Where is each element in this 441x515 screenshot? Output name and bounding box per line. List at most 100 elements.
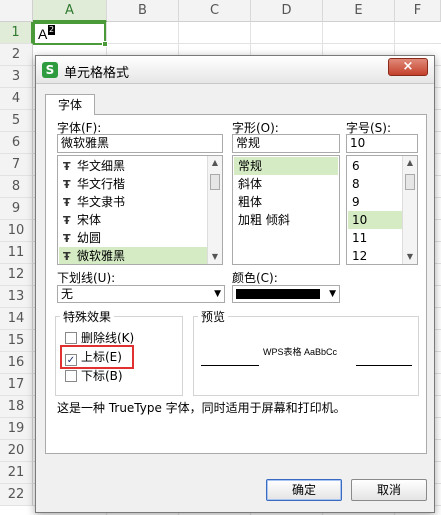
row-header-11[interactable]: 11: [0, 242, 33, 264]
truetype-icon: Ŧ: [63, 250, 71, 263]
row-header-3[interactable]: 3: [0, 66, 33, 88]
chevron-down-icon: ▼: [329, 289, 336, 299]
strikethrough-checkbox[interactable]: 删除线(K): [65, 330, 134, 346]
scroll-up-icon[interactable]: ▲: [403, 156, 417, 170]
scroll-up-icon[interactable]: ▲: [208, 156, 222, 170]
color-label: 颜色(C):: [232, 271, 278, 285]
column-header-c[interactable]: C: [179, 0, 251, 22]
list-item[interactable]: 8: [348, 175, 402, 193]
list-item-label: 华文隶书: [77, 195, 126, 209]
row-header-6[interactable]: 6: [0, 132, 33, 154]
ok-button[interactable]: 确定: [266, 479, 342, 501]
select-all-corner[interactable]: [0, 0, 33, 22]
list-item[interactable]: Ŧ 华文行楷: [59, 175, 207, 193]
list-item-selected[interactable]: 10: [348, 211, 402, 229]
scroll-down-icon[interactable]: ▼: [208, 250, 222, 264]
list-item[interactable]: Ŧ 华文细黑: [59, 157, 207, 175]
underline-value: 无: [61, 287, 74, 301]
list-item[interactable]: 9: [348, 193, 402, 211]
list-item[interactable]: 11: [348, 229, 402, 247]
row-header-22[interactable]: 22: [0, 484, 33, 506]
row-header-12[interactable]: 12: [0, 264, 33, 286]
truetype-icon: Ŧ: [63, 196, 71, 209]
dialog-title: 单元格格式: [64, 66, 130, 81]
row-header-18[interactable]: 18: [0, 396, 33, 418]
list-item[interactable]: 加粗 倾斜: [234, 211, 338, 229]
row-header-15[interactable]: 15: [0, 330, 33, 352]
list-item[interactable]: 斜体: [234, 175, 338, 193]
wps-app-icon: S: [42, 62, 58, 78]
row-header-14[interactable]: 14: [0, 308, 33, 330]
list-item[interactable]: Ŧ 宋体: [59, 211, 207, 229]
column-header-f[interactable]: F: [395, 0, 441, 22]
column-header-a[interactable]: A: [33, 0, 107, 22]
dialog-titlebar[interactable]: S 单元格格式 ×: [36, 56, 434, 84]
fill-handle[interactable]: [102, 41, 108, 47]
list-item-label: 华文细黑: [77, 159, 126, 173]
subscript-label: 下标(B): [81, 369, 123, 383]
strikethrough-label: 删除线(K): [81, 331, 135, 345]
row-header-5[interactable]: 5: [0, 110, 33, 132]
list-item[interactable]: Ŧ 华文隶书: [59, 193, 207, 211]
underline-select[interactable]: 无 ▼: [57, 285, 225, 303]
font-name-input[interactable]: 微软雅黑: [57, 134, 223, 153]
scroll-down-icon[interactable]: ▼: [403, 250, 417, 264]
scroll-thumb[interactable]: [210, 174, 220, 190]
row-header-10[interactable]: 10: [0, 220, 33, 242]
font-list-scrollbar[interactable]: ▲ ▼: [207, 156, 222, 264]
font-size-input[interactable]: 10: [346, 134, 418, 153]
cell-superscript: 2: [48, 25, 56, 35]
preview-baseline-right: [356, 365, 412, 366]
cancel-button[interactable]: 取消: [351, 479, 427, 501]
format-cells-dialog: S 单元格格式 × 字体 字体(F): 微软雅黑 Ŧ 华文细黑 Ŧ 华文行楷 Ŧ 华文…: [35, 55, 435, 513]
row-header-7[interactable]: 7: [0, 154, 33, 176]
active-cell-a1[interactable]: A 2: [33, 22, 108, 47]
list-item-label: 幼圆: [77, 231, 102, 245]
close-button[interactable]: ×: [388, 58, 428, 76]
font-description: 这是一种 TrueType 字体，同时适用于屏幕和打印机。: [57, 401, 346, 415]
row-header-8[interactable]: 8: [0, 176, 33, 198]
row-header-4[interactable]: 4: [0, 88, 33, 110]
row-header-19[interactable]: 19: [0, 418, 33, 440]
column-header-b[interactable]: B: [107, 0, 179, 22]
list-item-label: 宋体: [77, 213, 102, 227]
column-header-d[interactable]: D: [251, 0, 323, 22]
preview-baseline-left: [201, 365, 259, 366]
list-item-selected[interactable]: Ŧ 微软雅黑: [59, 247, 207, 264]
color-select[interactable]: ▼: [232, 285, 340, 303]
chevron-down-icon: ▼: [214, 289, 221, 299]
list-item-label: 华文行楷: [77, 177, 126, 191]
row-header-9[interactable]: 9: [0, 198, 33, 220]
row-header-20[interactable]: 20: [0, 440, 33, 462]
checkbox-unchecked-icon: [65, 332, 77, 344]
list-item[interactable]: 粗体: [234, 193, 338, 211]
size-list-scrollbar[interactable]: ▲ ▼: [402, 156, 417, 264]
row-header-1[interactable]: 1: [0, 22, 33, 44]
list-item[interactable]: 6: [348, 157, 402, 175]
font-name-list[interactable]: Ŧ 华文细黑 Ŧ 华文行楷 Ŧ 华文隶书 Ŧ 宋体 Ŧ 幼圆 Ŧ 微软雅黑 ▲ ▼: [57, 155, 223, 265]
column-header-e[interactable]: E: [323, 0, 395, 22]
underline-label: 下划线(U):: [57, 271, 116, 285]
tab-font[interactable]: 字体: [45, 94, 95, 115]
scroll-thumb[interactable]: [405, 174, 415, 190]
list-item-selected[interactable]: 常规: [234, 157, 338, 175]
checkbox-unchecked-icon: [65, 370, 77, 382]
list-item-label: 微软雅黑: [77, 249, 126, 263]
row-header-21[interactable]: 21: [0, 462, 33, 484]
cell-text: A: [38, 26, 48, 42]
preview-sample-text: WPS表格 AaBbCc: [263, 347, 338, 357]
font-style-input[interactable]: 常规: [232, 134, 340, 153]
truetype-icon: Ŧ: [63, 178, 71, 191]
row-header-13[interactable]: 13: [0, 286, 33, 308]
color-swatch: [236, 289, 320, 299]
truetype-icon: Ŧ: [63, 160, 71, 173]
row-header-17[interactable]: 17: [0, 374, 33, 396]
truetype-icon: Ŧ: [63, 214, 71, 227]
font-size-list[interactable]: 6 8 9 10 11 12 ▲ ▼: [346, 155, 418, 265]
subscript-checkbox[interactable]: 下标(B): [65, 368, 123, 384]
list-item[interactable]: Ŧ 幼圆: [59, 229, 207, 247]
row-header-2[interactable]: 2: [0, 44, 33, 66]
row-header-16[interactable]: 16: [0, 352, 33, 374]
font-style-list[interactable]: 常规 斜体 粗体 加粗 倾斜: [232, 155, 340, 265]
list-item[interactable]: 12: [348, 247, 402, 264]
